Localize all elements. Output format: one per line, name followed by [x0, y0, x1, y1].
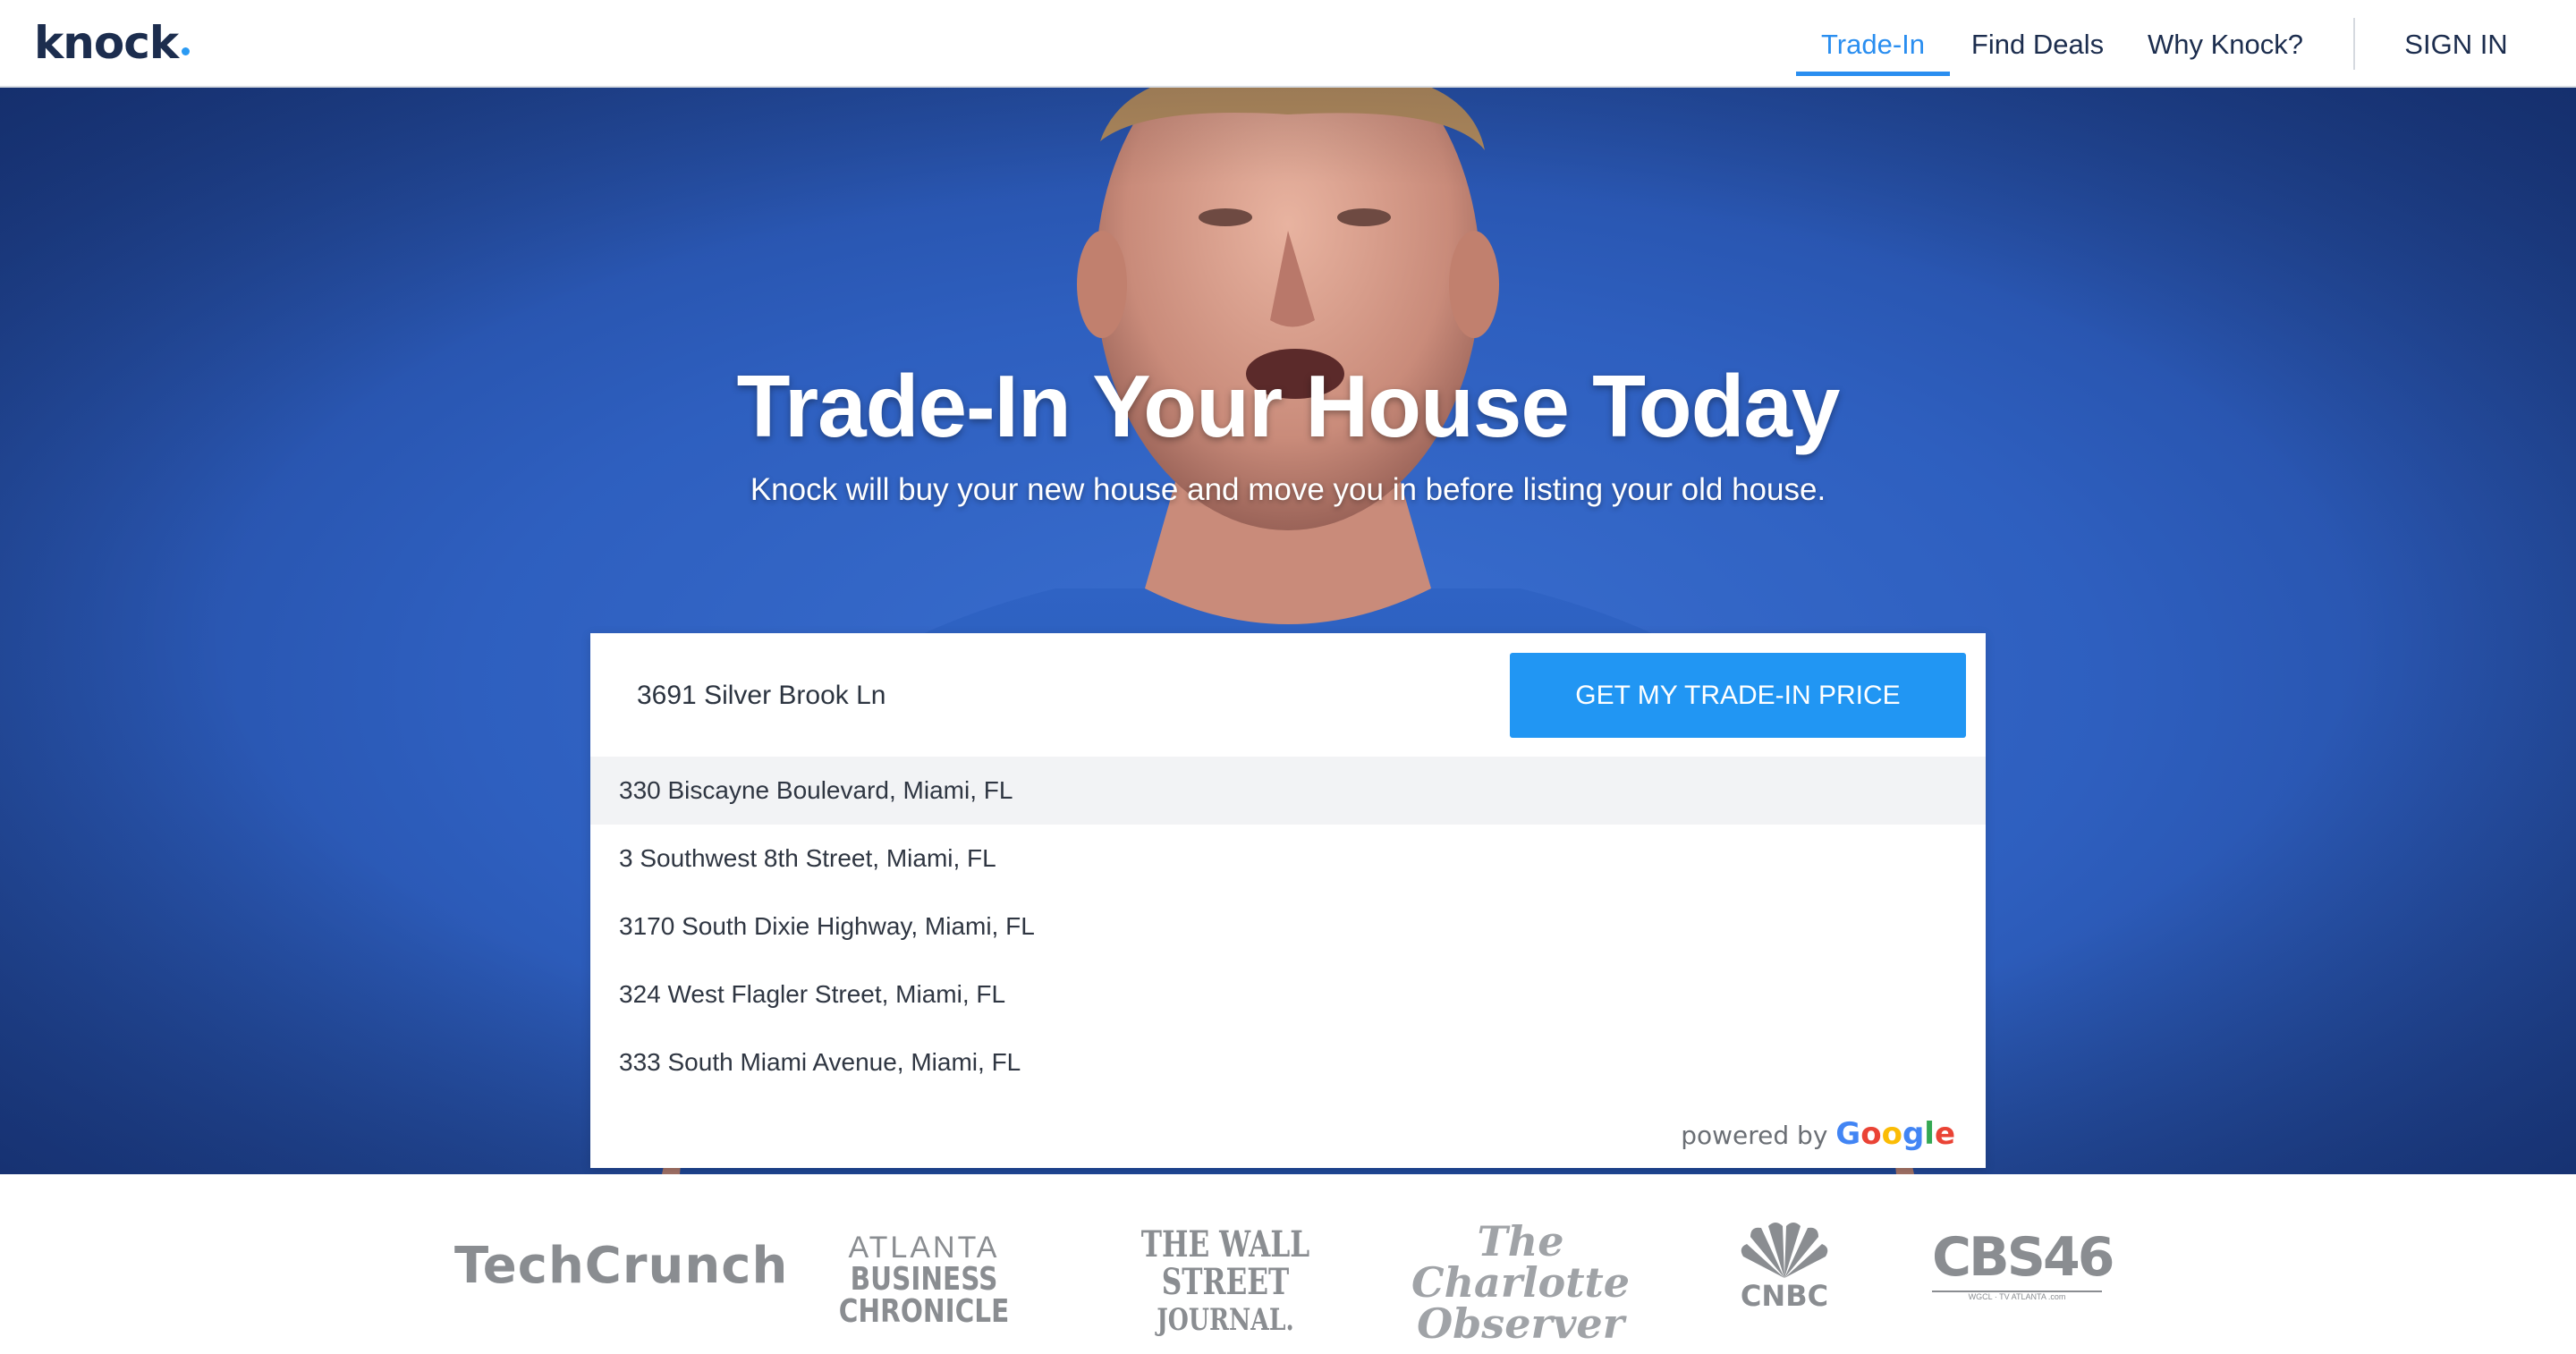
hero-title: Trade-In Your House Today — [736, 357, 1841, 455]
site-header: knock Trade-In Find Deals Why Knock? SIG… — [0, 0, 2576, 88]
charlotte-observer-logo: The Charlotte Observer — [1400, 1221, 1641, 1344]
google-logo: Google — [1835, 1116, 1955, 1152]
powered-by-google: powered by Google — [1681, 1116, 1955, 1152]
suggestion-item[interactable]: 3170 South Dixie Highway, Miami, FL — [590, 893, 1986, 960]
address-input[interactable] — [590, 633, 1485, 758]
main-nav: Trade-In Find Deals Why Knock? SIGN IN — [0, 0, 2576, 88]
get-trade-in-price-button[interactable]: GET MY TRADE-IN PRICE — [1510, 653, 1966, 738]
suggestion-item[interactable]: 324 West Flagler Street, Miami, FL — [590, 960, 1986, 1028]
atlanta-business-chronicle-logo: ATLANTA BUSINESS CHRONICLE — [785, 1231, 1063, 1328]
nav-trade-in[interactable]: Trade-In — [1796, 0, 1950, 76]
press-logos-bar: TechCrunch ATLANTA BUSINESS CHRONICLE TH… — [0, 1174, 2576, 1354]
techcrunch-logo: TechCrunch — [454, 1237, 789, 1295]
suggestion-item[interactable]: 330 Biscayne Boulevard, Miami, FL — [590, 757, 1986, 825]
abc-line-1: ATLANTA — [848, 1231, 1000, 1265]
cbs-text: CBS46 — [1932, 1226, 2114, 1289]
hero-subtitle: Knock will buy your new house and move y… — [750, 472, 1826, 507]
charlotte-line-1: The Charlotte — [1411, 1217, 1630, 1307]
hero-section: Trade-In Your House Today Knock will buy… — [0, 88, 2576, 1174]
peacock-icon — [1741, 1223, 1828, 1278]
charlotte-line-2: Observer — [1417, 1299, 1624, 1348]
cbs-subtext: WGCL · TV ATLANTA .com — [1932, 1291, 2102, 1301]
address-suggestions: 330 Biscayne Boulevard, Miami, FL 3 Sout… — [590, 757, 1986, 1096]
address-search-card: GET MY TRADE-IN PRICE 330 Biscayne Boule… — [590, 633, 1986, 1168]
cbs46-logo: CBS46 WGCL · TV ATLANTA .com — [1932, 1226, 2114, 1301]
nav-find-deals[interactable]: Find Deals — [1968, 0, 2107, 72]
cnbc-text: CNBC — [1740, 1279, 1829, 1313]
nav-why-knock[interactable]: Why Knock? — [2143, 0, 2308, 72]
nav-divider — [2353, 18, 2355, 70]
wall-street-journal-logo: THE WALL STREET JOURNAL. — [1109, 1226, 1342, 1339]
suggestion-item[interactable]: 3 Southwest 8th Street, Miami, FL — [590, 825, 1986, 893]
sign-in-link[interactable]: SIGN IN — [2397, 0, 2515, 72]
abc-line-2: BUSINESS CHRONICLE — [838, 1261, 1010, 1330]
wsj-line-1: THE WALL STREET — [1140, 1223, 1310, 1303]
suggestion-item[interactable]: 333 South Miami Avenue, Miami, FL — [590, 1028, 1986, 1096]
powered-by-text: powered by — [1681, 1121, 1828, 1150]
cnbc-logo: CNBC — [1722, 1221, 1847, 1313]
wsj-line-2: JOURNAL. — [1157, 1302, 1294, 1338]
